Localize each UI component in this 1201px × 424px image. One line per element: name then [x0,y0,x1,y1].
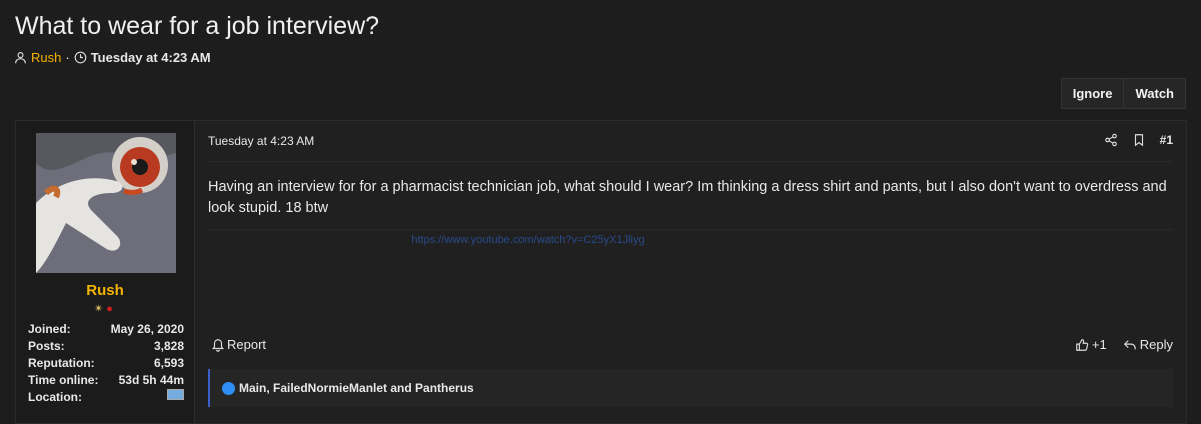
clock-icon [74,51,87,64]
thread-action-buttons: Ignore Watch [1060,78,1186,109]
thread-title: What to wear for a job interview? [15,12,380,40]
wand-icon: ✴ [94,303,104,315]
reply-label: Reply [1139,337,1173,352]
post-header-icons: #1 [1104,133,1173,147]
post-main: Tuesday at 4:23 AM #1 Having an intervie… [208,121,1173,423]
post-time[interactable]: Tuesday at 4:23 AM [208,134,314,148]
like-button[interactable]: +1 [1075,337,1107,352]
flag-icon [167,389,184,400]
reply-icon [1123,339,1136,349]
thread-meta: Rush · Tuesday at 4:23 AM [14,50,211,65]
bookmark-icon[interactable] [1132,133,1146,147]
post-actions: +1 Reply [1075,337,1173,352]
post-number-link[interactable]: #1 [1160,133,1173,147]
user-stats: Joined: May 26, 2020 Posts: 3,828 Reputati… [28,321,184,406]
stat-posts: Posts: 3,828 [28,339,184,353]
bell-icon [212,338,224,352]
youtube-link[interactable]: https://www.youtube.com/watch?v=C25yX1Jl… [208,234,848,246]
like-reaction-icon [222,381,235,395]
post-body: Having an interview for for a pharmacist… [208,179,1167,216]
blood-drop-icon: ● [106,303,113,315]
post-container: Rush ✴ ● Joined: May 26, 2020 Posts: 3,828… [15,120,1187,424]
thread-date[interactable]: Tuesday at 4:23 AM [91,50,211,65]
share-icon[interactable] [1104,133,1118,147]
stat-joined: Joined: May 26, 2020 [28,322,184,336]
user-icon [15,52,26,64]
reply-button[interactable]: Reply [1123,337,1173,352]
meta-separator: · [65,50,70,65]
reactions-bar[interactable]: Main, FailedNormieManlet and Pantherus [208,369,1173,407]
stat-reputation: Reputation: 6,593 [28,356,184,370]
divider [208,229,1173,230]
stat-location: Location: [28,389,184,406]
divider [208,161,1173,162]
ignore-button[interactable]: Ignore [1062,79,1124,108]
avatar[interactable] [36,133,176,273]
thread-author-link[interactable]: Rush [31,50,61,65]
stat-time-online: Time online: 53d 5h 44m [28,373,184,387]
watch-button[interactable]: Watch [1123,79,1185,108]
user-badges: ✴ ● [94,302,113,315]
reactions-list[interactable]: Main, FailedNormieManlet and Pantherus [239,381,474,395]
post-author-name[interactable]: Rush [16,282,194,299]
report-label: Report [227,337,267,352]
report-button[interactable]: Report [211,337,266,352]
like-count: +1 [1091,337,1107,352]
thumbs-up-icon [1076,338,1089,351]
user-pane: Rush ✴ ● Joined: May 26, 2020 Posts: 3,828… [16,121,195,423]
